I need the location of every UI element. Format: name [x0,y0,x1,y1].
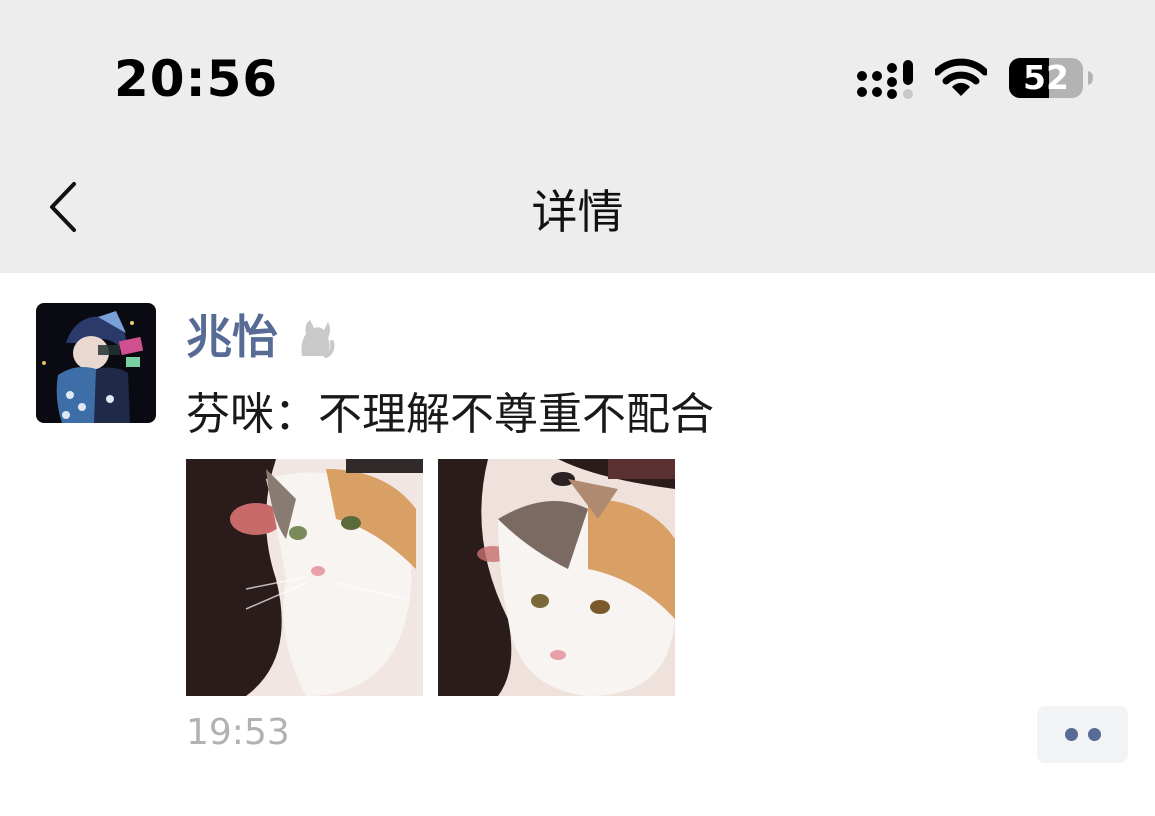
page-title: 详情 [531,185,624,239]
cellular-signal-icon [857,60,913,99]
wifi-icon [935,58,987,96]
header-area: 20:56 52 详情 [0,0,1155,273]
author-name[interactable]: 兆怡 [186,301,278,367]
post-time: 19:53 [186,712,290,753]
more-dots-icon [1087,728,1101,741]
battery-level: 52 [1023,58,1069,97]
photo-girl-with-cat-1[interactable] [186,459,423,696]
more-actions-button[interactable] [1037,706,1128,763]
cat-status-icon [301,320,335,358]
status-time: 20:56 [114,50,279,108]
author-row: 兆怡 [186,302,336,366]
post-text: 芬咪：不理解不尊重不配合 [186,389,714,440]
avatar[interactable] [36,303,156,423]
photo-girl-with-cat-2[interactable] [438,459,675,696]
more-dots-icon [1064,728,1078,741]
